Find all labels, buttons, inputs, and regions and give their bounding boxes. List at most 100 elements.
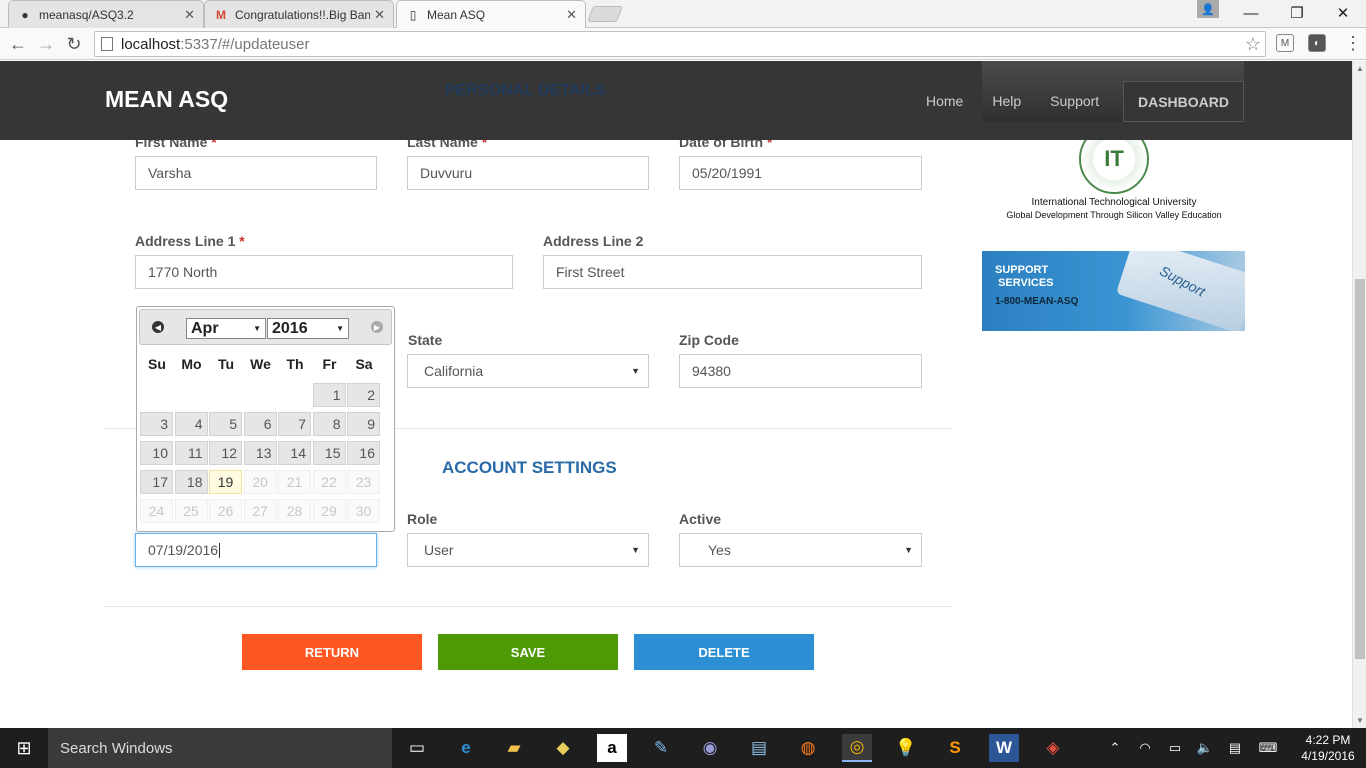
datepicker-day-cell[interactable]: 10 bbox=[140, 441, 173, 465]
folder-icon[interactable]: ◆ bbox=[548, 734, 578, 762]
restore-icon[interactable]: ❐ bbox=[1274, 0, 1320, 26]
close-tab-icon[interactable]: ✕ bbox=[566, 7, 577, 23]
minimize-icon[interactable]: — bbox=[1228, 0, 1274, 26]
delete-button[interactable]: DELETE bbox=[634, 634, 814, 670]
datepicker-day-cell: 25 bbox=[174, 499, 208, 523]
taskbar-clock[interactable]: 4:22 PM 4/19/2016 bbox=[1298, 732, 1358, 764]
profile-icon[interactable]: 👤 bbox=[1197, 0, 1219, 18]
dashboard-button[interactable]: DASHBOARD bbox=[1123, 81, 1244, 122]
reload-icon[interactable]: ↻ bbox=[62, 32, 86, 56]
datepicker-day-cell: 22 bbox=[312, 470, 346, 494]
datepicker-day-cell[interactable]: 3 bbox=[140, 412, 173, 436]
scrollbar-thumb[interactable] bbox=[1355, 279, 1365, 659]
edge-icon[interactable]: e bbox=[451, 734, 481, 762]
browser-menu-icon[interactable]: ⋮ bbox=[1344, 33, 1362, 54]
bookmark-star-icon[interactable]: ☆ bbox=[1245, 34, 1261, 55]
datepicker-day-cell: 21 bbox=[278, 470, 311, 494]
browser-tab-gmail[interactable]: M Congratulations!!.Big Bang ✕ bbox=[204, 0, 394, 28]
datepicker-day-cell[interactable]: 15 bbox=[312, 441, 346, 465]
date-input[interactable]: 07/19/2016 bbox=[135, 533, 377, 567]
windows-start-icon[interactable]: ⊞ bbox=[0, 728, 48, 768]
save-button[interactable]: SAVE bbox=[438, 634, 618, 670]
datepicker-day-cell[interactable]: 9 bbox=[347, 412, 380, 436]
address-line1-label: Address Line 1 * bbox=[135, 233, 245, 249]
scroll-down-icon[interactable]: ▼ bbox=[1356, 716, 1364, 725]
new-tab-button[interactable] bbox=[587, 6, 623, 22]
word-icon[interactable]: W bbox=[989, 734, 1019, 762]
support-phone: 1-800-MEAN-ASQ bbox=[995, 296, 1079, 307]
role-select[interactable]: User bbox=[407, 533, 649, 567]
next-month-icon[interactable]: ▶ bbox=[371, 321, 383, 333]
page-icon: ▯ bbox=[409, 8, 417, 22]
return-button[interactable]: RETURN bbox=[242, 634, 422, 670]
notepad-icon[interactable]: ▤ bbox=[744, 734, 774, 762]
url-path: :5337/#/updateuser bbox=[180, 35, 310, 53]
notifications-icon[interactable]: ▤ bbox=[1220, 740, 1250, 756]
datepicker-day-cell[interactable]: 8 bbox=[312, 412, 346, 436]
nav-home-link[interactable]: Home bbox=[926, 93, 963, 109]
datepicker-day-cell[interactable]: 2 bbox=[347, 383, 380, 407]
datepicker-day-cell[interactable]: 11 bbox=[174, 441, 208, 465]
month-select[interactable]: Apr bbox=[186, 318, 266, 339]
close-window-icon[interactable]: ✕ bbox=[1320, 0, 1366, 26]
tray-expand-icon[interactable]: ⌃ bbox=[1100, 740, 1130, 756]
datepicker-day-cell[interactable]: 16 bbox=[347, 441, 380, 465]
chrome-icon[interactable]: ◎ bbox=[842, 734, 872, 762]
datepicker-day-cell[interactable]: 1 bbox=[312, 383, 346, 407]
address-bar[interactable]: localhost:5337/#/updateuser ☆ bbox=[94, 31, 1266, 57]
eclipse-icon[interactable]: ◉ bbox=[695, 734, 725, 762]
datepicker-day-cell[interactable]: 5 bbox=[209, 412, 242, 436]
page-scrollbar[interactable]: ▲ ▼ bbox=[1352, 61, 1366, 728]
lightbulb-icon[interactable]: 💡 bbox=[891, 734, 921, 762]
taskbar-search-box[interactable]: Search Windows bbox=[48, 728, 392, 768]
dob-input[interactable]: 05/20/1991 bbox=[679, 156, 922, 190]
extension-icon[interactable]: ◐ bbox=[1308, 34, 1326, 52]
browser-tab-mean-asq[interactable]: ▯ Mean ASQ ✕ bbox=[396, 0, 586, 29]
firefox-icon[interactable]: ◍ bbox=[793, 734, 823, 762]
keyboard-icon[interactable]: ⌨ bbox=[1250, 740, 1286, 756]
datepicker-day-cell[interactable]: 13 bbox=[243, 441, 277, 465]
wifi-icon[interactable]: ◠ bbox=[1130, 740, 1160, 756]
active-select[interactable]: Yes bbox=[679, 533, 922, 567]
browser-tab-github[interactable]: ● meanasq/ASQ3.2 ✕ bbox=[8, 0, 204, 28]
back-arrow-icon[interactable]: ← bbox=[6, 32, 30, 56]
datepicker-day-cell[interactable]: 17 bbox=[140, 470, 173, 494]
year-select[interactable]: 2016 bbox=[267, 318, 349, 339]
close-tab-icon[interactable]: ✕ bbox=[184, 7, 195, 23]
git-icon[interactable]: ◈ bbox=[1038, 734, 1068, 762]
brand-logo[interactable]: MEAN ASQ bbox=[105, 86, 228, 113]
datepicker-day-cell[interactable]: 6 bbox=[243, 412, 277, 436]
state-select[interactable]: California bbox=[407, 354, 649, 388]
datepicker-day-cell[interactable]: 4 bbox=[174, 412, 208, 436]
paint-icon[interactable]: ✎ bbox=[646, 734, 676, 762]
address-line1-input[interactable]: 1770 North bbox=[135, 255, 513, 289]
datepicker-day-cell: 28 bbox=[278, 499, 311, 523]
prev-month-icon[interactable]: ◀ bbox=[152, 321, 164, 333]
windows-taskbar: ⊞ Search Windows ▭ e ▰ ◆ a ✎ ◉ ▤ ◍ ◎ 💡 S… bbox=[0, 728, 1366, 768]
nav-help-link[interactable]: Help bbox=[992, 93, 1021, 109]
datepicker-day-cell[interactable]: 7 bbox=[278, 412, 311, 436]
forward-arrow-icon[interactable]: → bbox=[34, 32, 58, 56]
volume-icon[interactable]: 🔈 bbox=[1190, 740, 1220, 756]
zip-code-label: Zip Code bbox=[679, 332, 739, 348]
support-banner[interactable]: Support SUPPORT SERVICES 1-800-MEAN-ASQ bbox=[982, 251, 1245, 331]
weekday-header: We bbox=[250, 356, 271, 372]
address-line2-input[interactable]: First Street bbox=[543, 255, 922, 289]
close-tab-icon[interactable]: ✕ bbox=[374, 7, 385, 23]
first-name-input[interactable]: Varsha bbox=[135, 156, 377, 190]
last-name-input[interactable]: Duvvuru bbox=[407, 156, 649, 190]
datepicker-day-cell[interactable]: 14 bbox=[278, 441, 311, 465]
battery-icon[interactable]: ▭ bbox=[1160, 740, 1190, 756]
datepicker-today-cell[interactable]: 19 bbox=[209, 470, 242, 494]
weekday-header: Tu bbox=[217, 356, 235, 372]
task-view-icon[interactable]: ▭ bbox=[402, 734, 432, 762]
file-explorer-icon[interactable]: ▰ bbox=[499, 734, 529, 762]
sublime-icon[interactable]: S bbox=[940, 734, 970, 762]
extension-icon[interactable]: M bbox=[1276, 34, 1294, 52]
amazon-icon[interactable]: a bbox=[597, 734, 627, 762]
datepicker-day-cell[interactable]: 18 bbox=[174, 470, 208, 494]
nav-support-link[interactable]: Support bbox=[1050, 93, 1099, 109]
zip-code-input[interactable]: 94380 bbox=[679, 354, 922, 388]
scroll-up-icon[interactable]: ▲ bbox=[1356, 64, 1364, 73]
datepicker-day-cell[interactable]: 12 bbox=[209, 441, 242, 465]
